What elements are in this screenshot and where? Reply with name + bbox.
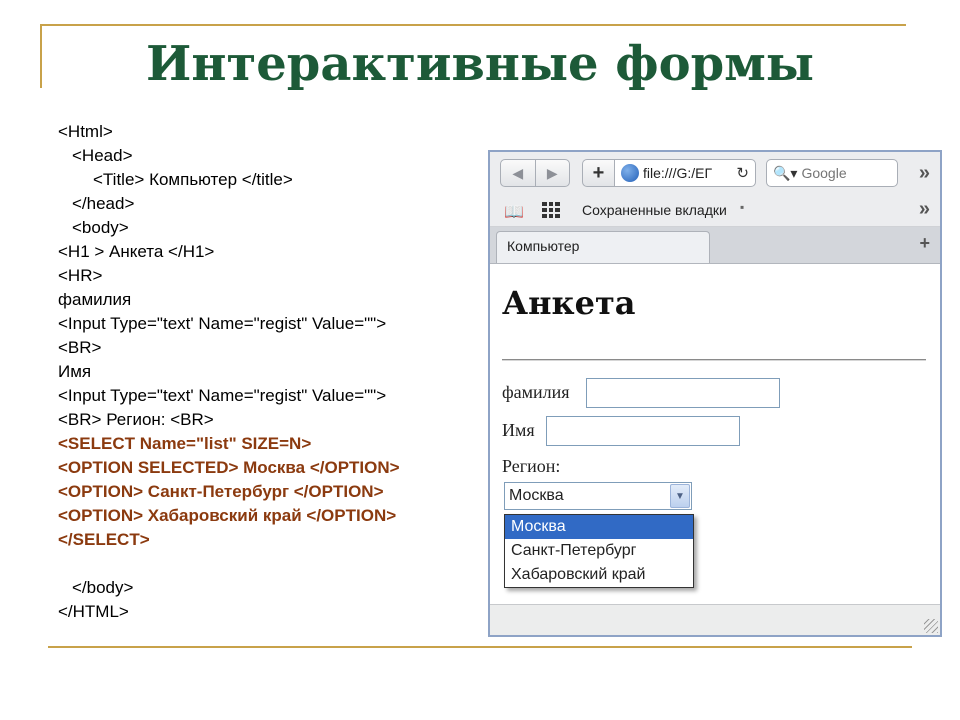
search-icon[interactable]: 🔍▾ <box>773 165 797 182</box>
code-line: <body> <box>72 218 129 237</box>
code-line: <SELECT Name="list" SIZE=N> <box>58 434 312 453</box>
code-line: Имя <box>58 362 92 381</box>
navigation-buttons: ◀ ▶ <box>500 159 570 187</box>
new-tab-icon[interactable]: + <box>919 233 930 254</box>
resize-grip-icon[interactable] <box>924 619 938 633</box>
code-line: </head> <box>72 194 135 213</box>
book-icon[interactable]: 📖 <box>504 202 524 222</box>
code-line: <HR> <box>58 266 103 285</box>
code-line: <Head> <box>72 146 133 165</box>
search-input[interactable] <box>797 165 892 181</box>
forward-arrow-icon[interactable]: ▶ <box>534 160 570 186</box>
chevron-down-icon[interactable]: ▼ <box>670 484 690 508</box>
bookmarks-overflow-icon[interactable]: » <box>919 198 930 221</box>
browser-toolbar: ◀ ▶ + file:///G:/ЕГ ↻ 🔍▾ » <box>490 152 940 196</box>
region-label: Регион: <box>502 456 561 476</box>
page-heading: Анкета <box>502 284 636 322</box>
chevron-double-right-icon[interactable]: » <box>919 162 930 185</box>
region-option[interactable]: Хабаровский край <box>505 563 693 587</box>
html-code-listing: <Html> <Head> <Title> Компьютер </title> </… <box>58 120 400 624</box>
plus-icon[interactable]: + <box>582 159 614 187</box>
status-bar <box>490 604 940 635</box>
back-arrow-icon[interactable]: ◀ <box>501 160 535 186</box>
name-label: Имя <box>502 420 535 440</box>
search-box[interactable]: 🔍▾ <box>766 159 898 187</box>
code-line: <OPTION SELECTED> Москва </OPTION> <box>58 458 400 477</box>
saved-tabs-label[interactable]: Сохраненные вкладки <box>582 202 727 218</box>
globe-icon <box>621 164 639 182</box>
bookmark-menu-icon[interactable]: ▪ <box>740 200 744 214</box>
code-line: <BR> <box>58 338 102 357</box>
horizontal-rule <box>502 359 926 361</box>
page-content: Анкета фамилия Имя Регион: Москва ▼ Моск… <box>490 264 940 604</box>
code-line: </HTML> <box>58 602 129 621</box>
code-line: <Input Type="text' Name="regist" Value="… <box>58 314 387 333</box>
code-line: <Title> Компьютер </title> <box>93 170 293 189</box>
code-line: <Input Type="text' Name="regist" Value="… <box>58 386 387 405</box>
region-select-value[interactable]: Москва <box>505 487 670 505</box>
region-option[interactable]: Москва <box>505 515 693 539</box>
code-line: <H1 > Анкета </H1> <box>58 242 215 261</box>
slide-title: Интерактивные формы <box>146 36 814 92</box>
region-select[interactable]: Москва ▼ <box>504 482 692 510</box>
code-line: <OPTION> Хабаровский край </OPTION> <box>58 506 397 525</box>
reload-icon[interactable]: ↻ <box>736 164 749 182</box>
url-text[interactable]: file:///G:/ЕГ <box>643 165 736 181</box>
browser-window: ◀ ▶ + file:///G:/ЕГ ↻ 🔍▾ » 📖 Сохраненные… <box>488 150 942 637</box>
code-line: <OPTION> Санкт-Петербург </OPTION> <box>58 482 384 501</box>
tab-computer[interactable]: Компьютер <box>496 231 710 263</box>
code-line: </body> <box>72 578 134 597</box>
code-line: фамилия <box>58 290 132 309</box>
name-input[interactable] <box>546 416 740 446</box>
region-option[interactable]: Санкт-Петербург <box>505 539 693 563</box>
tab-bar: Компьютер + <box>490 227 940 264</box>
address-bar[interactable]: file:///G:/ЕГ ↻ <box>614 159 756 187</box>
region-dropdown-list: Москва Санкт-Петербург Хабаровский край <box>504 514 694 588</box>
code-line: <BR> Регион: <BR> <box>58 410 214 429</box>
surname-input[interactable] <box>586 378 780 408</box>
code-line: <Html> <box>58 122 113 141</box>
bookmarks-toolbar: 📖 Сохраненные вкладки ▪ » <box>490 196 940 227</box>
decorative-bottom-rule <box>48 646 912 648</box>
code-line: </SELECT> <box>58 530 150 549</box>
grid-icon[interactable] <box>542 202 560 218</box>
decorative-top-rule <box>40 24 906 26</box>
surname-label: фамилия <box>502 382 570 402</box>
